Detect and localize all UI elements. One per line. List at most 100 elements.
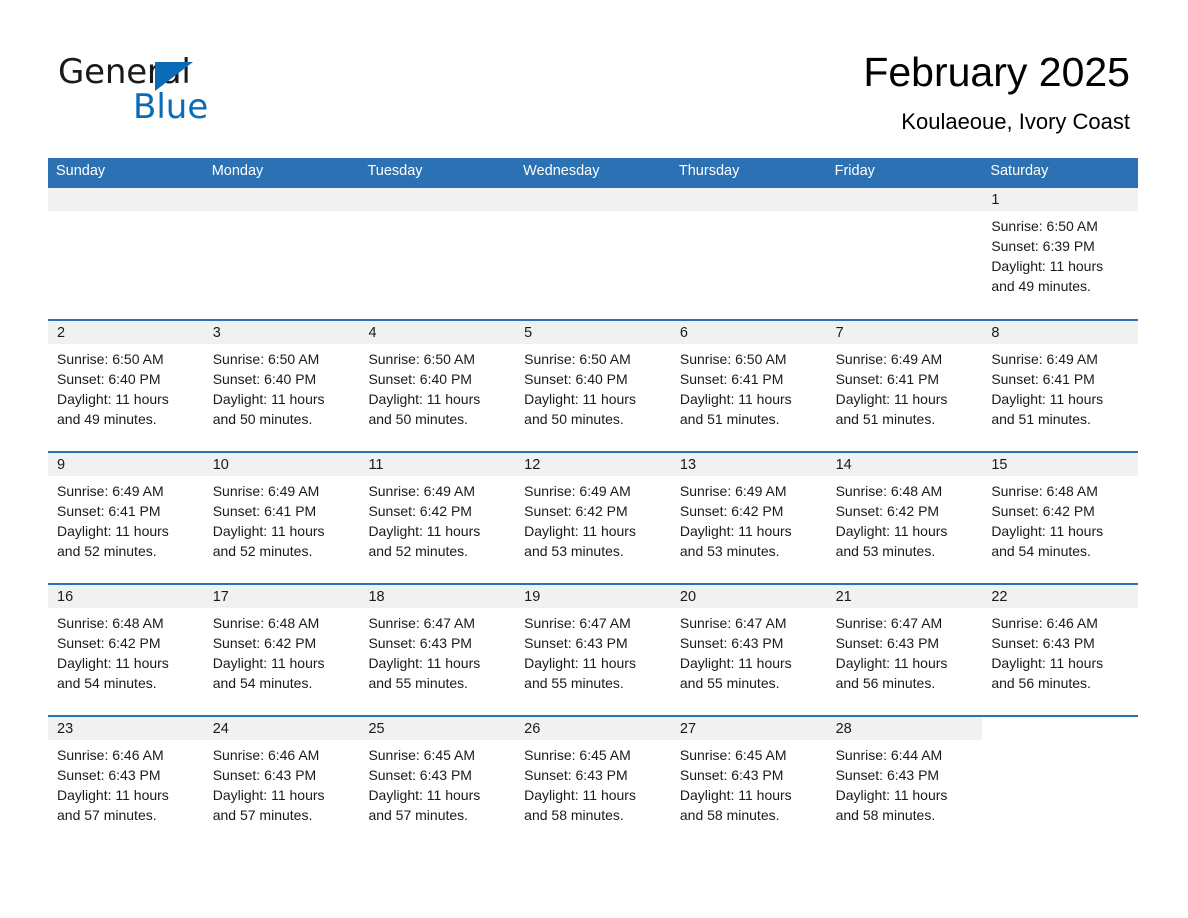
day-detail-line: Sunset: 6:42 PM xyxy=(212,635,317,651)
day-cell-19[interactable]: 19 Sunrise: 6:47 AM Sunset: 6:43 PM Dayligh… xyxy=(515,585,671,697)
day-cell-4[interactable]: 4 Sunrise: 6:50 AM Sunset: 6:40 PM Daylight… xyxy=(359,321,516,433)
day-details: Sunrise: 6:49 AM Sunset: 6:41 PM Daylight:… xyxy=(982,344,1138,461)
day-cell-27[interactable]: 27 Sunrise: 6:45 AM Sunset: 6:43 PM Dayligh… xyxy=(670,717,827,829)
day-cell-13[interactable]: 13 Sunrise: 6:49 AM Sunset: 6:42 PM Dayligh… xyxy=(670,453,827,565)
logo-text-blue: Blue xyxy=(133,87,209,127)
day-cell-9[interactable]: 9 Sunrise: 6:49 AM Sunset: 6:41 PM Daylight… xyxy=(48,453,204,565)
day-details: Sunrise: 6:49 AM Sunset: 6:41 PM Daylight:… xyxy=(48,476,204,593)
calendar-grid: Sunday Monday Tuesday Wednesday Thursday Frid… xyxy=(48,158,1139,829)
day-number xyxy=(359,188,516,211)
day-cell-1[interactable]: 1 Sunrise: 6:50 AM Sunset: 6:39 PM Daylight… xyxy=(982,188,1139,301)
day-cell-20[interactable]: 20 Sunrise: 6:47 AM Sunset: 6:43 PM Dayligh… xyxy=(670,585,827,697)
calendar-week-row: 2 Sunrise: 6:50 AM Sunset: 6:40 PM Daylight… xyxy=(48,319,1139,433)
day-cell-empty xyxy=(982,717,1139,829)
day-cell-7[interactable]: 7 Sunrise: 6:49 AM Sunset: 6:41 PM Daylight… xyxy=(826,321,983,433)
day-cell-26[interactable]: 26 Sunrise: 6:45 AM Sunset: 6:43 PM Dayligh… xyxy=(515,717,671,829)
day-detail-line: Daylight: 11 hours xyxy=(212,787,325,803)
day-cell-empty xyxy=(826,188,983,301)
day-details: Sunrise: 6:46 AM Sunset: 6:43 PM Daylight:… xyxy=(48,740,204,857)
day-detail-line: and 49 minutes. xyxy=(991,278,1091,294)
day-detail-line: and 55 minutes. xyxy=(524,675,624,691)
day-detail-line: Sunrise: 6:45 AM xyxy=(368,747,476,763)
day-cell-6[interactable]: 6 Sunrise: 6:50 AM Sunset: 6:41 PM Daylight… xyxy=(670,321,827,433)
day-cell-10[interactable]: 10 Sunrise: 6:49 AM Sunset: 6:41 PM Dayligh… xyxy=(203,453,360,565)
day-cell-24[interactable]: 24 Sunrise: 6:46 AM Sunset: 6:43 PM Dayligh… xyxy=(203,717,360,829)
day-detail-line: Sunset: 6:43 PM xyxy=(991,635,1095,651)
day-detail-line: Sunrise: 6:46 AM xyxy=(991,615,1098,631)
day-cell-16[interactable]: 16 Sunrise: 6:48 AM Sunset: 6:42 PM Dayligh… xyxy=(48,585,204,697)
day-number: 13 xyxy=(670,453,827,476)
day-number xyxy=(203,188,360,211)
day-detail-line: Sunset: 6:40 PM xyxy=(212,371,317,387)
day-detail-line: Sunrise: 6:50 AM xyxy=(991,218,1098,234)
day-detail-line: Sunrise: 6:47 AM xyxy=(524,615,631,631)
day-detail-line: Sunset: 6:43 PM xyxy=(524,767,628,783)
day-details: Sunrise: 6:45 AM Sunset: 6:43 PM Daylight:… xyxy=(515,740,671,857)
day-details: Sunrise: 6:48 AM Sunset: 6:42 PM Daylight:… xyxy=(982,476,1138,593)
day-detail-line: Daylight: 11 hours xyxy=(212,391,325,407)
day-detail-line: Daylight: 11 hours xyxy=(212,523,325,539)
day-cell-23[interactable]: 23 Sunrise: 6:46 AM Sunset: 6:43 PM Dayligh… xyxy=(48,717,204,829)
day-detail-line: Sunset: 6:40 PM xyxy=(368,371,472,387)
day-cell-17[interactable]: 17 Sunrise: 6:48 AM Sunset: 6:42 PM Dayligh… xyxy=(203,585,360,697)
day-number: 2 xyxy=(48,321,204,344)
day-detail-line: and 58 minutes. xyxy=(524,807,624,823)
day-cell-3[interactable]: 3 Sunrise: 6:50 AM Sunset: 6:40 PM Daylight… xyxy=(203,321,360,433)
day-detail-line: and 50 minutes. xyxy=(524,411,624,427)
day-cell-21[interactable]: 21 Sunrise: 6:47 AM Sunset: 6:43 PM Dayligh… xyxy=(826,585,983,697)
day-number: 28 xyxy=(826,717,983,740)
day-details xyxy=(204,211,360,329)
general-blue-logo: General Blue xyxy=(58,52,378,132)
day-cell-11[interactable]: 11 Sunrise: 6:49 AM Sunset: 6:42 PM Dayligh… xyxy=(359,453,516,565)
day-detail-line: and 54 minutes. xyxy=(57,675,157,691)
day-detail-line: Sunrise: 6:49 AM xyxy=(524,483,631,499)
day-detail-line: and 50 minutes. xyxy=(368,411,469,427)
day-detail-line: Daylight: 11 hours xyxy=(57,523,169,539)
day-detail-line: Sunset: 6:42 PM xyxy=(524,503,628,519)
day-cell-12[interactable]: 12 Sunrise: 6:49 AM Sunset: 6:42 PM Dayligh… xyxy=(515,453,671,565)
day-number xyxy=(982,717,1139,740)
day-detail-line: and 51 minutes. xyxy=(679,411,780,427)
day-details: Sunrise: 6:47 AM Sunset: 6:43 PM Daylight:… xyxy=(515,608,671,725)
day-cell-18[interactable]: 18 Sunrise: 6:47 AM Sunset: 6:43 PM Dayligh… xyxy=(359,585,516,697)
day-number: 27 xyxy=(670,717,827,740)
day-detail-line: Sunrise: 6:50 AM xyxy=(368,351,476,367)
day-detail-line: Sunrise: 6:47 AM xyxy=(679,615,787,631)
day-detail-line: Sunrise: 6:50 AM xyxy=(212,351,320,367)
day-detail-line: Sunrise: 6:44 AM xyxy=(835,747,943,763)
weekday-header-friday: Friday xyxy=(834,163,875,179)
page-title: February 2025 xyxy=(863,49,1130,95)
calendar-weeks: 1 Sunrise: 6:50 AM Sunset: 6:39 PM Daylight… xyxy=(48,188,1139,829)
calendar-week-row: 16 Sunrise: 6:48 AM Sunset: 6:42 PM Dayligh… xyxy=(48,583,1139,697)
day-detail-line: Sunset: 6:42 PM xyxy=(368,503,472,519)
day-cell-8[interactable]: 8 Sunrise: 6:49 AM Sunset: 6:41 PM Daylight… xyxy=(982,321,1139,433)
day-number: 18 xyxy=(359,585,516,608)
weekday-header-wednesday: Wednesday xyxy=(523,163,600,179)
day-cell-25[interactable]: 25 Sunrise: 6:45 AM Sunset: 6:43 PM Dayligh… xyxy=(359,717,516,829)
day-number xyxy=(48,188,204,211)
day-detail-line: Daylight: 11 hours xyxy=(679,523,792,539)
day-detail-line: Sunrise: 6:47 AM xyxy=(835,615,943,631)
day-number: 9 xyxy=(48,453,204,476)
day-details: Sunrise: 6:49 AM Sunset: 6:41 PM Daylight:… xyxy=(204,476,360,593)
day-cell-15[interactable]: 15 Sunrise: 6:48 AM Sunset: 6:42 PM Dayligh… xyxy=(982,453,1139,565)
day-cell-22[interactable]: 22 Sunrise: 6:46 AM Sunset: 6:43 PM Dayligh… xyxy=(982,585,1139,697)
day-number: 5 xyxy=(515,321,671,344)
day-detail-line: and 49 minutes. xyxy=(57,411,157,427)
weekday-header-saturday: Saturday xyxy=(990,163,1049,179)
day-cell-28[interactable]: 28 Sunrise: 6:44 AM Sunset: 6:43 PM Dayligh… xyxy=(826,717,983,829)
day-detail-line: Sunset: 6:43 PM xyxy=(524,635,628,651)
day-cell-2[interactable]: 2 Sunrise: 6:50 AM Sunset: 6:40 PM Daylight… xyxy=(48,321,204,433)
day-detail-line: Sunset: 6:40 PM xyxy=(57,371,161,387)
day-details: Sunrise: 6:49 AM Sunset: 6:42 PM Daylight:… xyxy=(359,476,515,593)
day-cell-14[interactable]: 14 Sunrise: 6:48 AM Sunset: 6:42 PM Dayligh… xyxy=(826,453,983,565)
day-cell-empty xyxy=(670,188,827,301)
day-detail-line: Sunrise: 6:48 AM xyxy=(57,615,164,631)
day-detail-line: Daylight: 11 hours xyxy=(368,655,481,671)
day-details xyxy=(515,211,671,329)
day-detail-line: Sunrise: 6:49 AM xyxy=(991,351,1098,367)
day-detail-line: Daylight: 11 hours xyxy=(991,523,1104,539)
day-cell-5[interactable]: 5 Sunrise: 6:50 AM Sunset: 6:40 PM Daylight… xyxy=(515,321,671,433)
day-detail-line: Daylight: 11 hours xyxy=(835,523,948,539)
day-detail-line: Daylight: 11 hours xyxy=(679,391,792,407)
